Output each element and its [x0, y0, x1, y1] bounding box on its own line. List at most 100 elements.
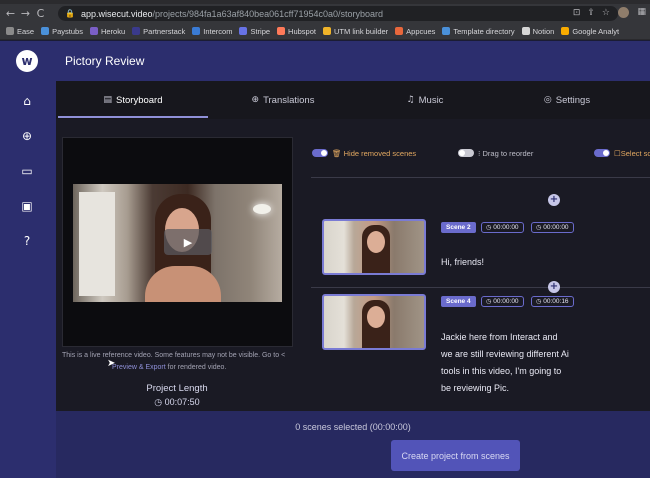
- bookmark-item[interactable]: Notion: [521, 27, 554, 36]
- reference-note-text: This is a live reference video. Some fea…: [62, 352, 280, 359]
- url-path: /projects/984fa1a63af840bea061cff71954c0…: [152, 8, 384, 19]
- reference-note: This is a live reference video. Some fea…: [62, 350, 302, 374]
- bookmark-item[interactable]: Stripe: [239, 27, 270, 36]
- tab-storyboard[interactable]: ▤ Storyboard: [58, 81, 208, 119]
- export-icon: <: [281, 352, 286, 359]
- bookmark-favicon-icon: [6, 27, 14, 35]
- drag-reorder-toggle[interactable]: [458, 149, 474, 157]
- scene-end-value: 00:00:16: [543, 298, 569, 305]
- scene-thumbnail[interactable]: [322, 219, 426, 275]
- checkbox-icon: ☐: [614, 149, 621, 158]
- clock-icon: ◷: [154, 397, 163, 407]
- bookmark-favicon-icon: [442, 27, 451, 35]
- reload-icon[interactable]: C: [33, 7, 48, 20]
- share-icon[interactable]: ⇪: [587, 8, 595, 18]
- bookmark-star-icon[interactable]: ☆: [602, 8, 610, 18]
- reference-video-player[interactable]: ▶: [62, 137, 293, 347]
- scene-text[interactable]: Jackie here from Interact and we are sti…: [441, 329, 571, 397]
- bookmark-favicon-icon: [277, 27, 286, 35]
- scene-thumbnail[interactable]: [322, 294, 426, 350]
- tab-label: Storyboard: [116, 94, 163, 106]
- active-tab-indicator: [58, 116, 208, 118]
- clock-icon: ◷: [486, 298, 492, 305]
- reference-note-suffix: for rendered video.: [167, 364, 227, 371]
- select-scenes-text: Select sc: [620, 149, 650, 158]
- tab-label: Settings: [555, 94, 591, 106]
- bookmark-item[interactable]: Hubspot: [277, 27, 316, 36]
- address-bar[interactable]: 🔒 app.wisecut.video/projects/984fa1a63af…: [58, 6, 618, 21]
- project-length-value: ◷ 00:07:50: [122, 397, 232, 408]
- bookmark-favicon-icon: [132, 27, 141, 35]
- bookmark-label: Heroku: [100, 26, 126, 36]
- clock-icon: ◷: [536, 298, 542, 305]
- install-icon[interactable]: ⊡: [573, 8, 581, 18]
- forward-icon[interactable]: →: [18, 7, 33, 20]
- scene-end-value: 00:00:00: [543, 224, 569, 231]
- select-scenes-toggle[interactable]: [594, 149, 610, 157]
- music-icon: ♫: [406, 95, 415, 105]
- app-header: Pictory Review: [56, 41, 650, 81]
- extensions-icon[interactable]: ▦: [637, 7, 646, 18]
- scenes-selected-status: 0 scenes selected (00:00:00): [295, 422, 411, 432]
- bookmark-item[interactable]: Partnerstack: [132, 27, 185, 36]
- bookmark-item[interactable]: Appcues: [395, 27, 435, 36]
- back-icon[interactable]: ←: [3, 7, 18, 20]
- url-host: app.wisecut.video: [80, 8, 153, 19]
- thumb-face: [367, 231, 385, 253]
- main-content: ▤ Storyboard ⊕ Translations ♫ Music ◎ Se…: [56, 81, 650, 478]
- globe-icon: ⊕: [251, 95, 260, 105]
- bookmark-favicon-icon: [41, 27, 50, 35]
- hide-removed-text: Hide removed scenes: [343, 149, 417, 158]
- bookmark-item[interactable]: Google Analyt: [561, 27, 619, 36]
- project-length-time: 00:07:50: [164, 397, 200, 407]
- scene-start-time[interactable]: ◷ 00:00:00: [481, 296, 524, 307]
- play-icon[interactable]: ▶: [164, 229, 212, 255]
- add-circle-icon[interactable]: ⊕: [20, 129, 34, 143]
- add-scene-plus-icon[interactable]: +: [548, 194, 560, 206]
- clock-icon: ◷: [536, 224, 542, 231]
- tab-bar: ▤ Storyboard ⊕ Translations ♫ Music ◎ Se…: [56, 81, 650, 119]
- tab-settings[interactable]: ◎ Settings: [492, 81, 642, 119]
- scene-text[interactable]: Hi, friends!: [441, 254, 571, 271]
- bookmark-label: Paystubs: [52, 26, 83, 36]
- video-ceiling-light: [253, 204, 271, 214]
- profile-avatar[interactable]: [618, 7, 630, 18]
- scene-end-time[interactable]: ◷ 00:00:16: [531, 296, 574, 307]
- bookmark-item[interactable]: Ease: [6, 27, 34, 36]
- drag-reorder-text: Drag to reorder: [482, 149, 534, 158]
- thumb-face: [367, 306, 385, 328]
- wisecut-logo[interactable]: w: [16, 50, 38, 72]
- bookmark-label: Template directory: [453, 26, 515, 36]
- app-sidebar: w ⌂ ⊕ ▭ ▣ ?: [0, 41, 56, 478]
- scene-end-time[interactable]: ◷ 00:00:00: [531, 222, 574, 233]
- bookmark-item[interactable]: Paystubs: [41, 27, 83, 36]
- folder-icon[interactable]: ▭: [20, 164, 34, 178]
- storyboard-icon: ▤: [103, 95, 113, 105]
- bookmark-favicon-icon: [322, 27, 331, 35]
- hide-removed-toggle[interactable]: [312, 149, 328, 157]
- bookmark-label: Ease: [17, 26, 35, 36]
- bookmark-item[interactable]: Intercom: [192, 27, 232, 36]
- create-project-button[interactable]: Create project from scenes: [391, 440, 520, 471]
- add-scene-plus-icon[interactable]: +: [548, 281, 560, 293]
- tab-translations[interactable]: ⊕ Translations: [208, 81, 358, 119]
- bookmark-favicon-icon: [395, 27, 404, 35]
- help-icon[interactable]: ?: [20, 234, 34, 248]
- page-title: Pictory Review: [65, 54, 145, 68]
- tab-label: Music: [418, 94, 444, 106]
- bookmark-item[interactable]: Heroku: [89, 26, 126, 36]
- controls-divider: [311, 177, 650, 178]
- bookmark-item[interactable]: Template directory: [442, 26, 515, 36]
- scene-start-time[interactable]: ◷ 00:00:00: [481, 222, 524, 233]
- bookmark-label: UTM link builder: [333, 26, 389, 36]
- bookmark-favicon-icon: [521, 27, 530, 35]
- bookmark-label: Stripe: [250, 26, 271, 36]
- bookmark-label: Partnerstack: [143, 26, 186, 36]
- drag-reorder-label: ⁝ Drag to reorder: [478, 149, 533, 158]
- video-library-icon[interactable]: ▣: [20, 199, 34, 213]
- clock-icon: ◷: [486, 224, 492, 231]
- tab-music[interactable]: ♫ Music: [350, 81, 500, 119]
- bookmark-item[interactable]: UTM link builder: [322, 26, 389, 36]
- home-icon[interactable]: ⌂: [20, 94, 34, 108]
- bookmark-favicon-icon: [89, 27, 98, 35]
